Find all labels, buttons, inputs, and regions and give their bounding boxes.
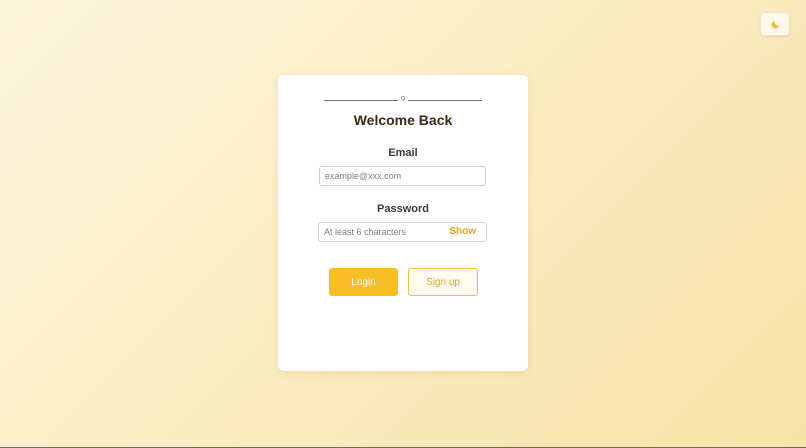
email-field[interactable] [325, 167, 480, 185]
password-label: Password [377, 203, 429, 215]
email-label: Email [388, 147, 418, 159]
password-field[interactable] [324, 223, 444, 241]
login-button[interactable]: Login [329, 268, 398, 296]
moon-icon [771, 20, 779, 28]
theme-toggle-button[interactable] [760, 12, 790, 36]
ornament-glyph: ୨ [400, 94, 406, 105]
ornament-divider: ୨ [324, 94, 483, 106]
ornament-rule-right [408, 99, 483, 101]
signup-button[interactable]: Sign up [408, 268, 478, 296]
page-title: Welcome Back [353, 112, 453, 128]
email-field-container [319, 166, 486, 186]
login-card: ୨ Welcome Back Email Password Show Login… [278, 75, 528, 371]
show-password-toggle[interactable]: Show [449, 226, 476, 237]
password-field-container: Show [318, 222, 487, 242]
ornament-rule-left [324, 99, 398, 101]
